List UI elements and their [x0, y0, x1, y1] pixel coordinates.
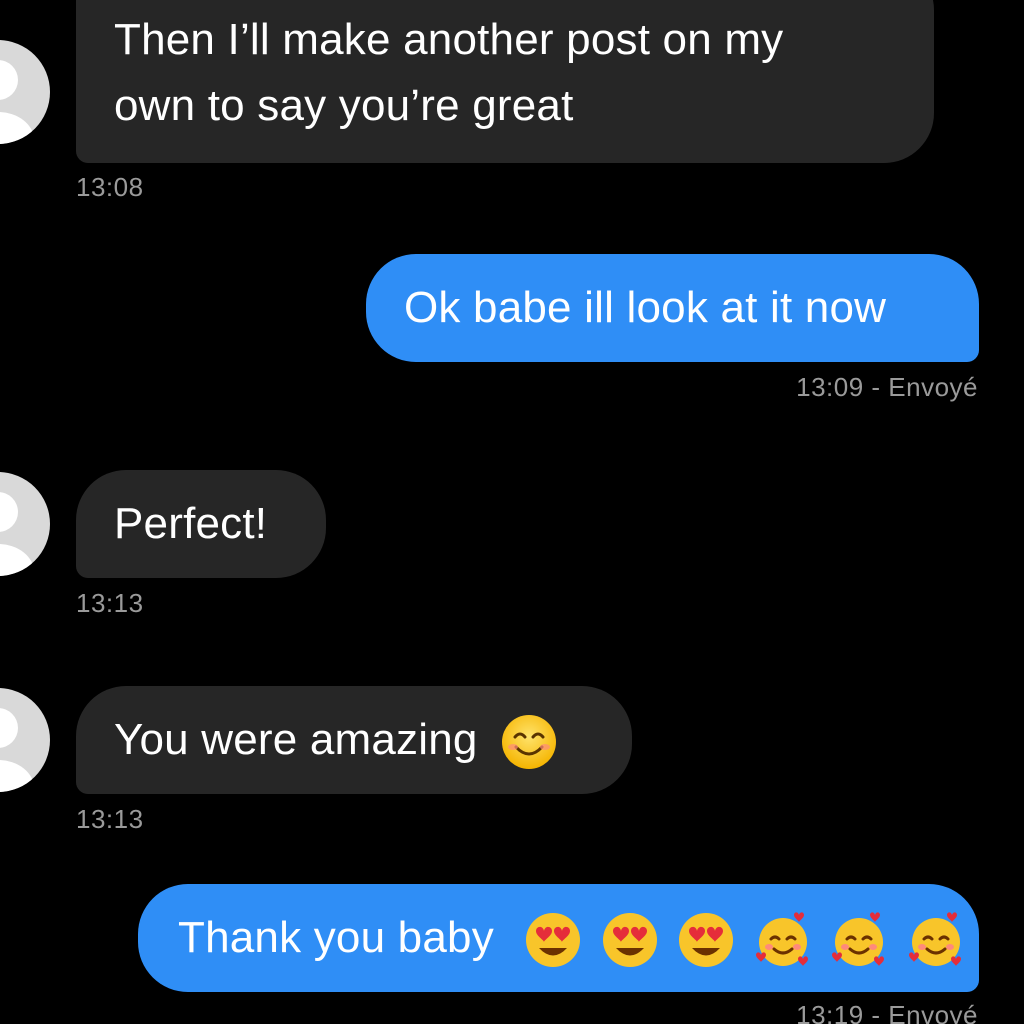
message-timestamp: 13:13 [76, 804, 144, 834]
incoming-message-bubble[interactable]: Perfect! [76, 470, 326, 578]
message-text: Ok babe ill look at it now [404, 283, 887, 332]
smiling-face-icon [500, 713, 558, 771]
message-text: You were amazing [114, 715, 478, 764]
default-avatar-icon [0, 60, 34, 144]
message-status: 13:19 - Envoyé [796, 1000, 978, 1024]
smiling-hearts-icon [830, 911, 888, 969]
message-text: Perfect! [114, 499, 268, 548]
message-timestamp: 13:13 [76, 588, 144, 618]
heart-eyes-icon [524, 911, 582, 969]
heart-eyes-icon [601, 911, 659, 969]
outgoing-message-bubble[interactable]: Ok babe ill look at it now [366, 254, 979, 362]
message-text: Thank you baby [178, 913, 494, 962]
outgoing-message-bubble[interactable]: Thank you baby [138, 884, 979, 992]
incoming-message-bubble[interactable]: Then I’ll make another post on my own to… [76, 0, 934, 163]
smiling-hearts-icon [754, 911, 812, 969]
message-text-line: own to say you’re great [114, 81, 574, 130]
default-avatar-icon [0, 708, 34, 792]
default-avatar-icon [0, 492, 34, 576]
message-text-line: Then I’ll make another post on my [114, 15, 784, 64]
contact-avatar[interactable] [0, 40, 50, 144]
message-status: 13:09 - Envoyé [796, 372, 978, 402]
contact-avatar[interactable] [0, 472, 50, 576]
message-timestamp: 13:08 [76, 172, 144, 202]
message-thread: Then I’ll make another post on my own to… [0, 0, 1024, 1024]
incoming-message-bubble[interactable]: You were amazing [76, 686, 632, 794]
heart-eyes-icon [677, 911, 735, 969]
contact-avatar[interactable] [0, 688, 50, 792]
smiling-hearts-icon [907, 911, 965, 969]
